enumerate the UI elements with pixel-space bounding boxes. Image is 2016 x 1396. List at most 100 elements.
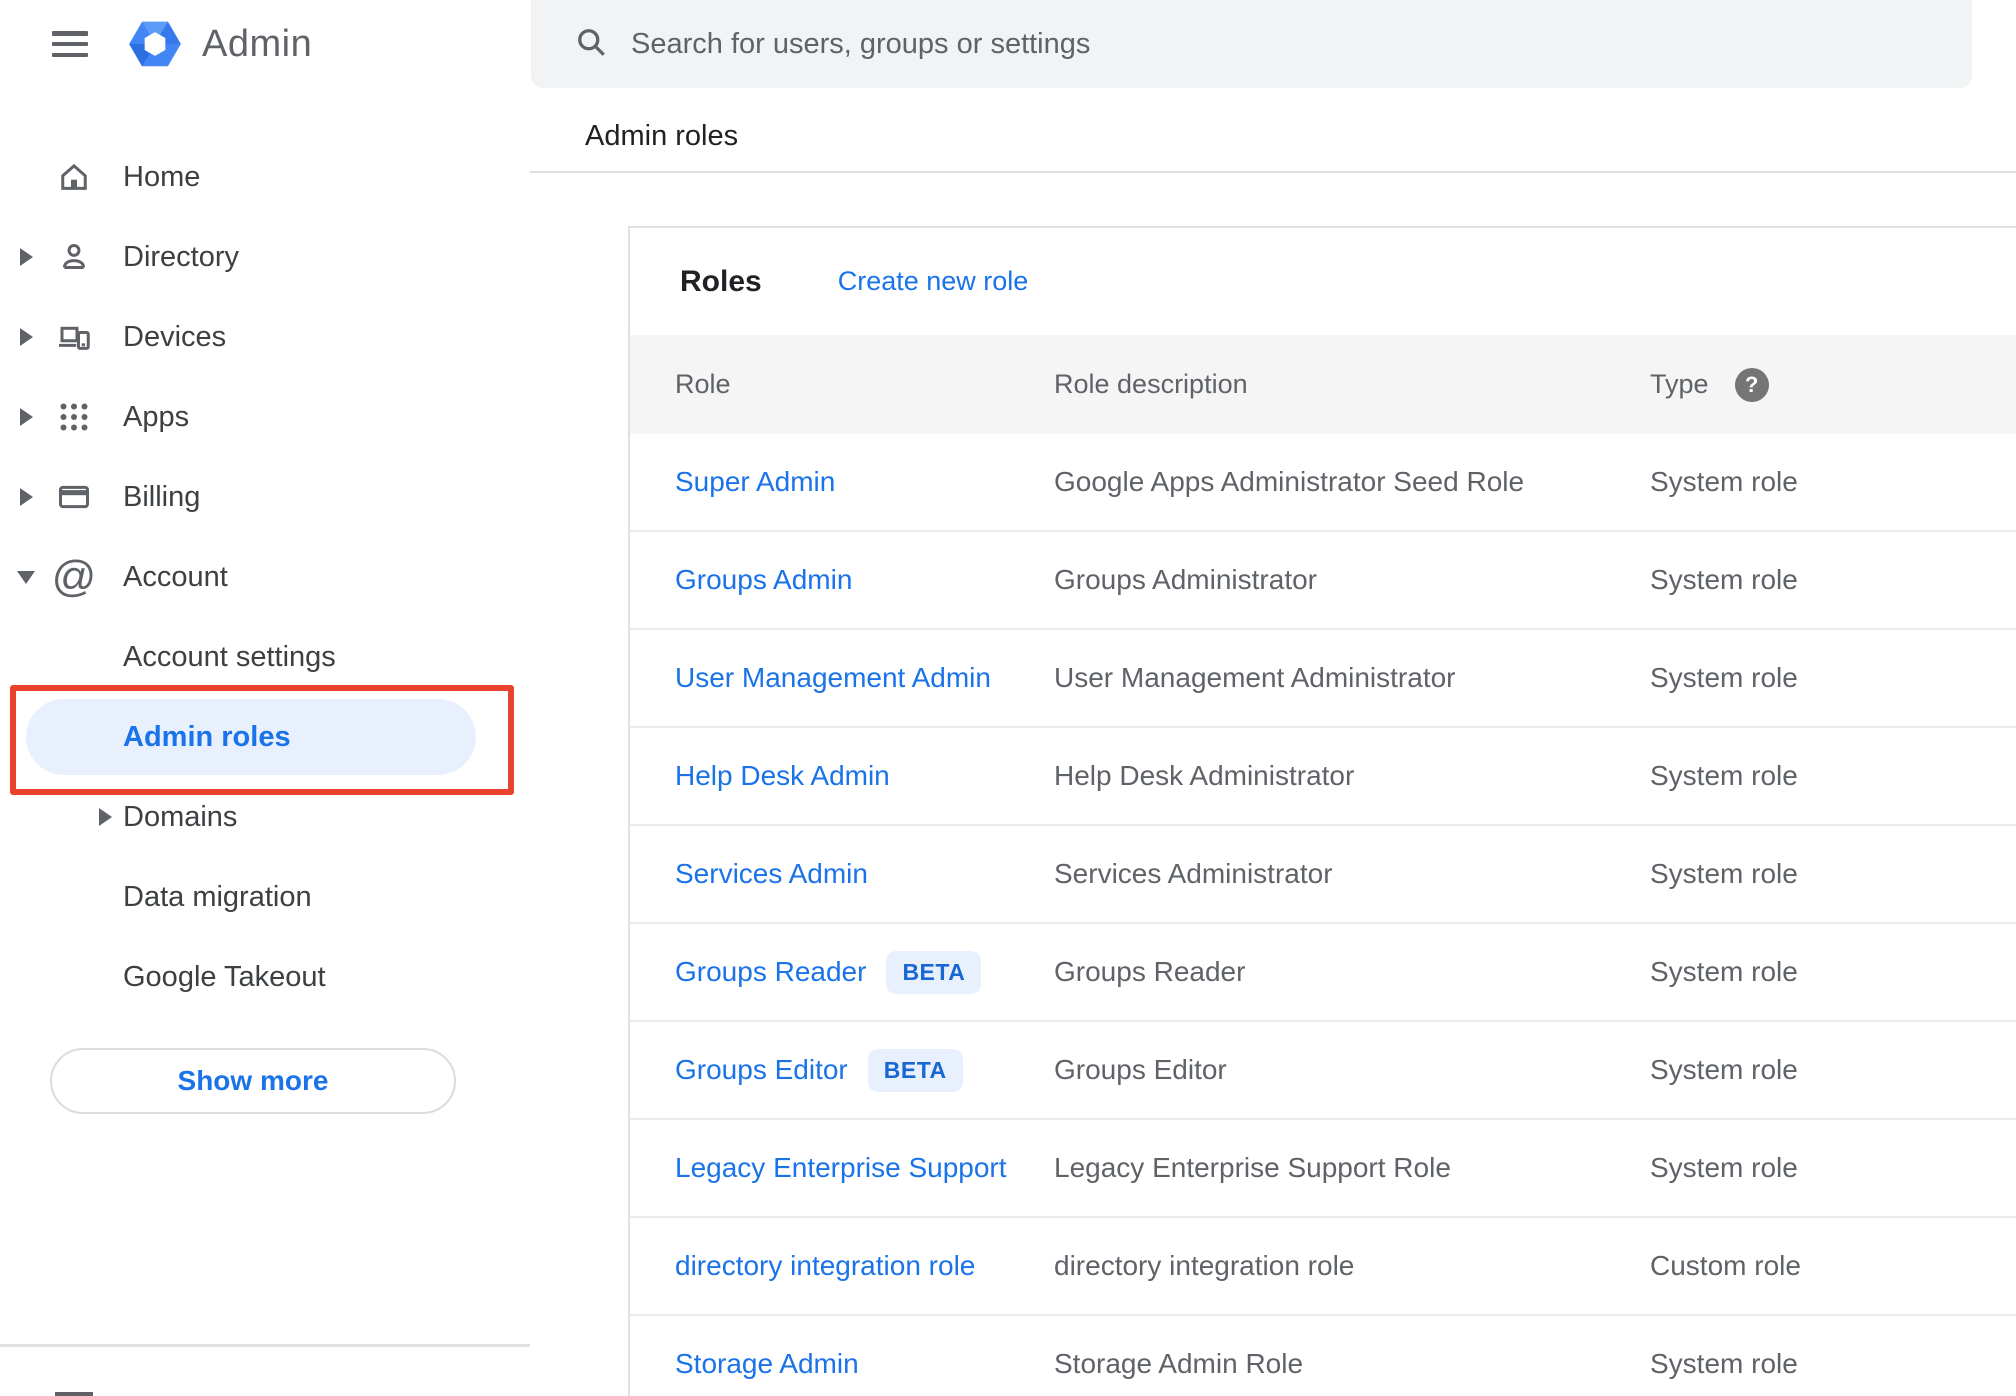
at-sign-icon: @ [51, 552, 97, 601]
role-cell: Groups Editor BETA [675, 1048, 1054, 1092]
table-row: Legacy Enterprise Support Legacy Enterpr… [630, 1120, 2016, 1218]
devices-icon [55, 318, 93, 356]
chevron-right-icon [20, 328, 33, 346]
role-description-cell: Help Desk Administrator [1054, 760, 1355, 791]
sidebar-bottom-divider [0, 1344, 530, 1347]
roles-card: Roles Create new role Role Role descript… [628, 226, 2016, 1396]
sidebar-item-apps[interactable]: Apps [0, 377, 530, 457]
sidebar-item-account-settings[interactable]: Account settings [0, 617, 530, 697]
role-link[interactable]: Groups Editor [675, 1054, 848, 1086]
role-description-cell: User Management Administrator [1054, 662, 1456, 693]
sidebar-item-label: Apps [123, 400, 190, 433]
sidebar-item-label: Google Takeout [123, 960, 326, 993]
role-description-cell: Groups Administrator [1054, 564, 1317, 595]
table-row: Super Admin Google Apps Administrator Se… [630, 434, 2016, 532]
roles-table-header: Role Role description Type ? [630, 335, 2016, 434]
role-description-cell: Legacy Enterprise Support Role [1054, 1152, 1451, 1183]
sidebar-item-label: Domains [123, 800, 238, 833]
role-cell: Help Desk Admin [675, 760, 1054, 792]
role-description-cell: Groups Reader [1054, 956, 1246, 987]
sidebar-item-label: Billing [123, 480, 201, 513]
table-row: Help Desk Admin Help Desk Administrator … [630, 728, 2016, 826]
admin-console-screen: Admin Home Directory Devices Apps Billin… [0, 0, 2016, 1396]
person-icon [55, 238, 93, 276]
sidebar-item-label: Data migration [123, 880, 312, 913]
sidebar-item-directory[interactable]: Directory [0, 217, 530, 297]
role-link[interactable]: Services Admin [675, 858, 868, 890]
role-cell: Groups Admin [675, 564, 1054, 596]
sidebar-header: Admin [0, 0, 530, 88]
role-cell: User Management Admin [675, 662, 1054, 694]
role-type-cell: System role [1650, 662, 1798, 693]
role-type-cell: System role [1650, 1054, 1798, 1085]
admin-logo: Admin [124, 13, 312, 75]
role-link[interactable]: Storage Admin [675, 1348, 859, 1380]
table-row: Groups Reader BETA Groups Reader System … [630, 924, 2016, 1022]
hamburger-menu-icon[interactable] [52, 31, 88, 57]
chevron-down-icon [17, 570, 35, 584]
chevron-right-icon [20, 248, 33, 266]
search-input[interactable] [631, 27, 1942, 61]
table-row: Services Admin Services Administrator Sy… [630, 826, 2016, 924]
role-type-cell: System role [1650, 956, 1798, 987]
sidebar-nav-list: Home Directory Devices Apps Billing @ Ac… [0, 137, 530, 1114]
sidebar-item-devices[interactable]: Devices [0, 297, 530, 377]
chevron-right-icon [20, 488, 33, 506]
sidebar-item-google-takeout[interactable]: Google Takeout [0, 937, 530, 1017]
role-type-cell: System role [1650, 858, 1798, 889]
sidebar-item-data-migration[interactable]: Data migration [0, 857, 530, 937]
roles-title: Roles [680, 264, 762, 298]
admin-hexagon-logo-icon [129, 21, 181, 67]
beta-badge: BETA [886, 950, 982, 994]
role-link[interactable]: Groups Admin [675, 564, 852, 596]
show-more-button[interactable]: Show more [50, 1048, 456, 1114]
search-bar[interactable] [531, 0, 1972, 88]
sidebar-item-label: Devices [123, 320, 227, 353]
role-cell: Storage Admin [675, 1348, 1054, 1380]
chevron-right-icon [20, 408, 33, 426]
column-header-role: Role [675, 369, 731, 399]
role-type-cell: System role [1650, 760, 1798, 791]
help-icon[interactable]: ? [1734, 367, 1769, 402]
column-header-role-description: Role description [1054, 369, 1248, 399]
role-type-cell: System role [1650, 1152, 1798, 1183]
role-description-cell: Google Apps Administrator Seed Role [1054, 466, 1525, 497]
sidebar-item-label: Account [123, 560, 228, 593]
role-link[interactable]: Super Admin [675, 466, 835, 498]
sidebar-item-billing[interactable]: Billing [0, 457, 530, 537]
chevron-right-icon [99, 808, 112, 826]
create-new-role-link[interactable]: Create new role [838, 266, 1029, 297]
breadcrumb: Admin roles [585, 120, 739, 152]
role-type-cell: System role [1650, 564, 1798, 595]
sidebar-item-home[interactable]: Home [0, 137, 530, 217]
role-link[interactable]: Groups Reader [675, 956, 866, 988]
role-type-cell: System role [1650, 466, 1798, 497]
app-title: Admin [202, 22, 313, 65]
role-cell: Groups Reader BETA [675, 950, 1054, 994]
header-divider [530, 171, 2016, 173]
column-header-type: Type ? [1650, 367, 2016, 402]
home-icon [55, 158, 93, 196]
table-row: Storage Admin Storage Admin Role System … [630, 1316, 2016, 1396]
sidebar-item-account[interactable]: @ Account [0, 537, 530, 617]
sidebar: Admin Home Directory Devices Apps Billin… [0, 0, 530, 1396]
sidebar-item-label: Account settings [123, 640, 336, 673]
table-row: Groups Editor BETA Groups Editor System … [630, 1022, 2016, 1120]
role-cell: Services Admin [675, 858, 1054, 890]
role-description-cell: directory integration role [1054, 1250, 1355, 1281]
role-link[interactable]: Legacy Enterprise Support [675, 1152, 1007, 1184]
role-type-cell: System role [1650, 1348, 1798, 1379]
sidebar-item-admin-roles[interactable]: Admin roles [26, 699, 476, 775]
credit-card-icon [55, 478, 93, 516]
role-type-cell: Custom role [1650, 1250, 1801, 1281]
role-description-cell: Storage Admin Role [1054, 1348, 1304, 1379]
apps-grid-icon [55, 398, 93, 436]
role-link[interactable]: User Management Admin [675, 662, 991, 694]
role-description-cell: Services Administrator [1054, 858, 1333, 889]
role-cell: Legacy Enterprise Support [675, 1152, 1054, 1184]
sidebar-item-domains[interactable]: Domains [0, 777, 530, 857]
role-link[interactable]: directory integration role [675, 1250, 975, 1282]
table-row: Groups Admin Groups Administrator System… [630, 532, 2016, 630]
table-row: directory integration role directory int… [630, 1218, 2016, 1316]
role-link[interactable]: Help Desk Admin [675, 760, 890, 792]
